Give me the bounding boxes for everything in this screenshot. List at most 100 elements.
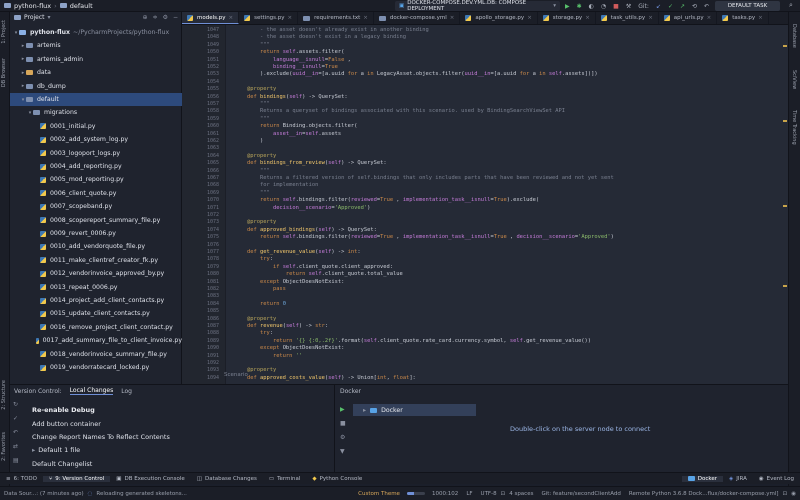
tool-docker[interactable]: Docker — [681, 475, 724, 482]
code-line[interactable]: return self.client_quote.total_value — [234, 271, 403, 277]
tree-file-item[interactable]: 0008_scopereport_summary_file.py — [10, 214, 182, 227]
tree-file-item[interactable]: 0006_client_quote.py — [10, 187, 182, 200]
tree-file-item[interactable]: 0017_add_summary_file_to_client_invoice.… — [10, 334, 182, 347]
run-config-selector[interactable]: ▣ DOCKER-COMPOSE.DEV.YML.DB: COMPOSE DEP… — [395, 0, 560, 12]
code-line[interactable]: @property — [234, 219, 276, 225]
tool-version-control[interactable]: ⑂ 9: Version Control — [42, 475, 111, 482]
code-line[interactable]: try: — [234, 330, 273, 336]
project-panel-title[interactable]: Project — [24, 14, 45, 21]
code-line[interactable]: Returns a filtered version of self.bindi… — [234, 175, 614, 181]
tool-jira[interactable]: ◈ JIRA — [723, 476, 753, 482]
docker-server-node[interactable]: ▸ Docker — [353, 404, 476, 416]
close-icon[interactable]: × — [758, 15, 763, 21]
changelist-item[interactable]: Re-enable Debug — [32, 406, 95, 414]
editor-tab[interactable]: apollo_storage.py × — [460, 12, 538, 24]
status-message[interactable]: Data Sour...: (7 minutes ago) — [0, 491, 88, 497]
tree-file-item[interactable]: 0010_add_vendorquote_file.py — [10, 240, 182, 253]
code-line[interactable]: decision__scenario='Approved') — [234, 205, 370, 211]
close-icon[interactable]: × — [363, 15, 368, 21]
close-icon[interactable]: × — [288, 15, 293, 21]
event-icon[interactable]: ◉ — [787, 491, 800, 497]
hide-icon[interactable]: − — [173, 14, 178, 21]
tree-file-item[interactable]: 0002_add_system_log.py — [10, 133, 182, 146]
tree-file-item[interactable]: 0004_add_reporting.py — [10, 160, 182, 173]
stop-icon[interactable]: ■ — [613, 3, 619, 10]
tool-structure[interactable]: 2: Structure — [1, 380, 7, 410]
code-line[interactable]: def revenue(self) -> str: — [234, 323, 328, 329]
editor-tab[interactable]: task_utils.py × — [596, 12, 659, 24]
tree-file-item[interactable]: 0013_repeat_0006.py — [10, 281, 182, 294]
code-editor[interactable]: 1047 1048 1049 1050 1051 1052 1053 1054 1055 1056… — [182, 25, 788, 384]
changelist-item[interactable]: Change Report Names To Reflect Contents — [32, 433, 170, 441]
git-update-icon[interactable]: ↙ — [656, 3, 661, 10]
tree-folder-item[interactable]: ▾ default — [10, 93, 182, 106]
tab-local-changes[interactable]: Local Changes — [69, 387, 114, 395]
coverage-icon[interactable]: ◐ — [589, 3, 594, 10]
tree-file-item[interactable]: 0009_revert_0006.py — [10, 227, 182, 240]
changelist-item[interactable]: Add button container — [32, 420, 101, 428]
tool-project[interactable]: 1: Project — [1, 20, 7, 44]
tree-file-item[interactable]: 0018_vendorinvoice_summary_file.py — [10, 348, 182, 361]
code-line[interactable]: """ — [234, 168, 270, 174]
settings-icon[interactable]: ⚙ — [340, 434, 345, 441]
code-line[interactable]: """ — [234, 101, 270, 107]
build-icon[interactable]: ⚒ — [626, 3, 631, 10]
tab-log[interactable]: Log — [121, 388, 132, 395]
code-line[interactable]: - the asset doesn't already exist in ano… — [234, 27, 429, 33]
tree-file-item[interactable]: 0005_mod_reporting.py — [10, 173, 182, 186]
editor-tab[interactable]: tasks.py × — [717, 12, 769, 24]
deploy-icon[interactable]: ▶ — [340, 406, 345, 413]
gear-icon[interactable]: ⚙ — [163, 14, 168, 21]
tree-folder-item[interactable]: ▸ data — [10, 66, 182, 79]
code-line[interactable]: if self.client_quote.client_approved: — [234, 264, 393, 270]
theme-label[interactable]: Custom Theme — [354, 491, 404, 497]
python-interpreter[interactable]: Remote Python 3.6.8 Dock...flux/docker-c… — [625, 491, 783, 497]
tool-favorites[interactable]: 2: Favorites — [1, 432, 7, 461]
code-line[interactable]: def bindings_from_review(self) -> QueryS… — [234, 160, 387, 166]
warning-marker[interactable] — [783, 285, 787, 287]
close-icon[interactable]: × — [229, 15, 234, 21]
commit-icon[interactable]: ✓ — [13, 415, 18, 422]
code-line[interactable]: for implementation — [234, 182, 318, 188]
code-line[interactable]: def approved_bindings(self) -> QuerySet: — [234, 227, 377, 233]
code-line[interactable]: """ — [234, 190, 270, 196]
editor-breadcrumb[interactable]: Scenario — [224, 372, 248, 378]
editor-tab[interactable]: docker-compose.yml × — [374, 12, 461, 24]
current-folder[interactable]: default — [70, 2, 93, 10]
tree-file-item[interactable]: 0014_project_add_client_contacts.py — [10, 294, 182, 307]
code-line[interactable]: return self.bindings.filter(reviewed=Tru… — [234, 197, 539, 203]
code-line[interactable]: ).exclude(uuid__in=[a.uuid for a in Lega… — [234, 71, 598, 77]
file-encoding[interactable]: UTF-8 — [477, 491, 501, 497]
run-icon[interactable]: ▶ — [565, 3, 570, 10]
tree-folder-item[interactable]: ▾ python-flux ~/PycharmProjects/python-flu… — [10, 26, 182, 39]
memory-indicator[interactable] — [406, 492, 425, 495]
code-line[interactable]: except ObjectDoesNotExist: — [234, 345, 344, 351]
tree-file-item[interactable]: 0003_logoport_logs.py — [10, 147, 182, 160]
filter-icon[interactable]: ▼ — [340, 448, 345, 455]
code-line[interactable]: """ — [234, 116, 270, 122]
close-icon[interactable]: × — [527, 15, 532, 21]
tree-file-item[interactable]: 0001_initial.py — [10, 120, 182, 133]
tool-sciview[interactable]: SciView — [791, 70, 797, 89]
code-line[interactable]: def approved_costs_value(self) -> Union[… — [234, 375, 416, 381]
close-icon[interactable]: × — [707, 15, 712, 21]
changelist-item[interactable]: Default Changelist — [32, 460, 92, 468]
chevron-down-icon[interactable]: ▾ — [48, 14, 51, 21]
tree-folder-item[interactable]: ▸ db_dump — [10, 80, 182, 93]
code-line[interactable]: return self.assets.filter( — [234, 49, 344, 55]
code-line[interactable]: @property — [234, 153, 276, 159]
project-name[interactable]: python-flux — [14, 2, 51, 10]
tree-folder-item[interactable]: ▾ migrations — [10, 106, 182, 119]
code-line[interactable]: """ — [234, 42, 270, 48]
cursor-position[interactable]: 1000:102 — [428, 491, 462, 497]
editor-tab[interactable]: settings.py × — [239, 12, 299, 24]
tool-python-console[interactable]: ◆ Python Console — [306, 476, 368, 482]
line-separator[interactable]: LF — [462, 491, 476, 497]
background-task[interactable]: Reloading generated skeletons... — [92, 491, 190, 497]
tool-time-tracking[interactable]: Time Tracking — [791, 110, 797, 145]
tree-folder-item[interactable]: ▸ artemis — [10, 39, 182, 52]
close-icon[interactable]: × — [450, 15, 455, 21]
history-icon[interactable]: ⟲ — [692, 3, 697, 10]
code-line[interactable]: except ObjectDoesNotExist: — [234, 279, 344, 285]
profile-icon[interactable]: ◔ — [601, 3, 606, 10]
